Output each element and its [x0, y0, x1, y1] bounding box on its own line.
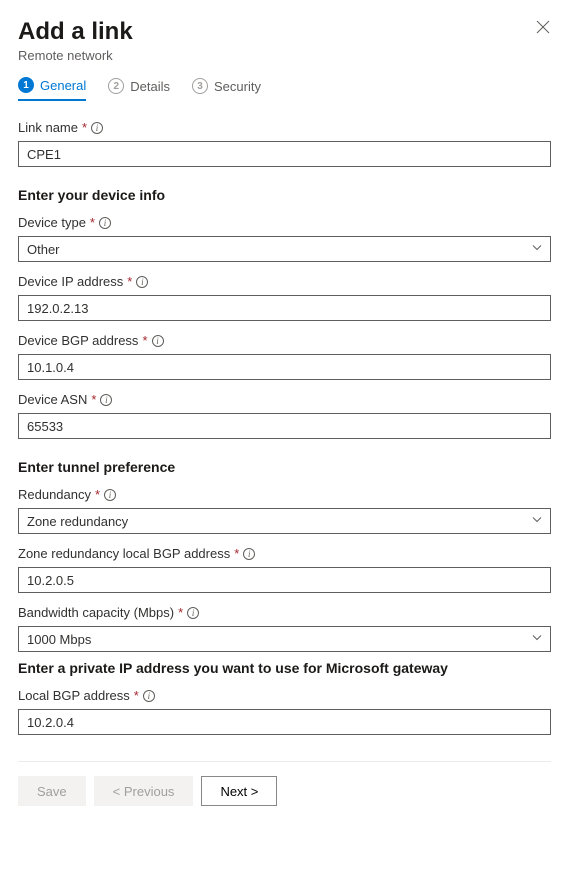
info-icon[interactable]: i [187, 607, 199, 619]
step-tabs: 1 General 2 Details 3 Security [18, 77, 551, 102]
tab-label: General [40, 78, 86, 93]
step-number-icon: 1 [18, 77, 34, 93]
bandwidth-select[interactable] [18, 626, 551, 652]
next-button[interactable]: Next > [201, 776, 277, 806]
zone-local-bgp-label: Zone redundancy local BGP address* i [18, 546, 551, 561]
tunnel-heading: Enter tunnel preference [18, 459, 551, 475]
tab-security[interactable]: 3 Security [192, 77, 261, 101]
zone-local-bgp-input[interactable] [18, 567, 551, 593]
info-icon[interactable]: i [99, 217, 111, 229]
device-ip-label: Device IP address* i [18, 274, 551, 289]
device-asn-input[interactable] [18, 413, 551, 439]
tab-details[interactable]: 2 Details [108, 77, 170, 101]
tab-label: Details [130, 79, 170, 94]
redundancy-select[interactable] [18, 508, 551, 534]
bandwidth-label: Bandwidth capacity (Mbps)* i [18, 605, 551, 620]
info-icon[interactable]: i [91, 122, 103, 134]
info-icon[interactable]: i [104, 489, 116, 501]
info-icon[interactable]: i [243, 548, 255, 560]
step-number-icon: 2 [108, 78, 124, 94]
page-title: Add a link [18, 18, 551, 46]
local-bgp-label: Local BGP address* i [18, 688, 551, 703]
private-ip-heading: Enter a private IP address you want to u… [18, 660, 551, 676]
redundancy-label: Redundancy* i [18, 487, 551, 502]
previous-button[interactable]: < Previous [94, 776, 194, 806]
tab-general[interactable]: 1 General [18, 77, 86, 101]
device-bgp-label: Device BGP address* i [18, 333, 551, 348]
close-button[interactable] [535, 20, 551, 36]
step-number-icon: 3 [192, 78, 208, 94]
device-bgp-input[interactable] [18, 354, 551, 380]
info-icon[interactable]: i [100, 394, 112, 406]
local-bgp-input[interactable] [18, 709, 551, 735]
device-type-select[interactable] [18, 236, 551, 262]
tab-label: Security [214, 79, 261, 94]
info-icon[interactable]: i [143, 690, 155, 702]
footer-buttons: Save < Previous Next > [18, 762, 551, 824]
device-info-heading: Enter your device info [18, 187, 551, 203]
info-icon[interactable]: i [136, 276, 148, 288]
device-asn-label: Device ASN* i [18, 392, 551, 407]
link-name-label: Link name* i [18, 120, 551, 135]
link-name-input[interactable] [18, 141, 551, 167]
page-subtitle: Remote network [18, 48, 551, 63]
save-button[interactable]: Save [18, 776, 86, 806]
device-ip-input[interactable] [18, 295, 551, 321]
device-type-label: Device type* i [18, 215, 551, 230]
close-icon [536, 22, 550, 37]
info-icon[interactable]: i [152, 335, 164, 347]
